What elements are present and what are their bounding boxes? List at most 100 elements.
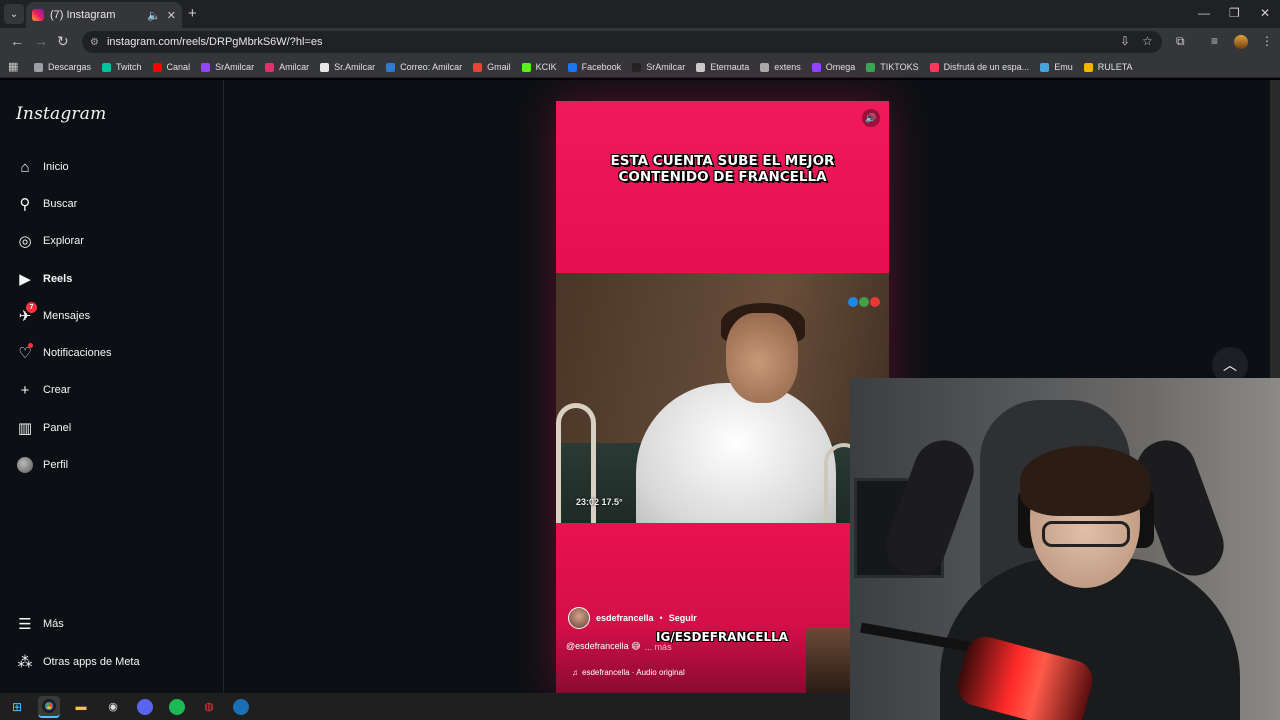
description-text: @esdefrancella 😅 [566,641,641,651]
profile-avatar-icon [16,456,34,474]
reel-audio[interactable]: ♫ esdefrancella · Audio original [572,668,685,677]
video-timestamp: 23:02 17.5° [576,497,623,507]
forward-icon[interactable]: → [34,33,48,49]
bookmark-item[interactable]: SrAmilcar [632,62,685,72]
bookmarks-bar: ▦ Descargas Twitch Canal SrAmilcar Amilcar Sr… [0,56,1280,78]
bookmark-item[interactable]: Canal [152,62,190,72]
bookmark-item[interactable]: RULETA [1083,62,1133,72]
nav-label: Inicio [43,161,69,173]
obs-icon[interactable]: ◉ [102,696,124,718]
nav-crear[interactable]: + Crear [16,379,71,401]
bookmark-item[interactable]: KCIK [521,62,557,72]
profile-avatar-icon[interactable] [1234,35,1248,52]
bookmark-item[interactable]: Eternauta [696,62,749,72]
steam-icon[interactable] [230,696,252,718]
nav-perfil[interactable]: Perfil [16,454,68,476]
logo-dot [870,297,880,307]
close-window-icon[interactable]: ✕ [1260,6,1270,20]
nav-label: Notificaciones [43,347,112,359]
bookmark-item[interactable]: Disfrutá de un espa... [929,62,1030,72]
thumbnail-image [806,627,852,693]
discord-icon[interactable] [134,696,156,718]
tab-close-icon[interactable]: ✕ [167,9,176,22]
reel-caption: ESTA CUENTA SUBE EL MEJOR CONTENIDO DE F… [566,153,879,185]
nav-label: Explorar [43,235,84,247]
more-link[interactable]: ... más [645,642,672,652]
media-control-icon[interactable]: ≡ [1211,34,1218,48]
tv-channel-logo [848,297,880,307]
bookmark-item[interactable]: Amilcar [265,62,309,72]
browser-tab[interactable]: (7) Instagram 🔈 ✕ [26,2,182,28]
minimize-icon[interactable]: — [1198,6,1210,20]
bookmark-item[interactable]: SrAmilcar [201,62,254,72]
youtube-icon [152,62,162,72]
follow-button[interactable]: Seguir [669,613,697,623]
nav-mas[interactable]: ☰ Más [16,613,64,635]
nav-buscar[interactable]: ⚲ Buscar [16,193,78,215]
site-info-icon[interactable]: ⚙ [90,37,99,48]
bookmark-label: KCIK [535,62,557,72]
reel-bottom-area: IG/ESDEFRANCELLA esdefrancella • Seguir … [556,523,889,693]
bookmark-label: extens [774,62,801,72]
logo-dot [848,297,858,307]
bookmark-label: TIKTOKS [880,62,919,72]
nav-label: Más [43,618,64,630]
owner-avatar[interactable] [568,607,590,629]
nav-label: Perfil [43,459,69,471]
extensions-icon[interactable]: ⧉ [1176,34,1185,49]
music-note-icon: ♫ [572,668,578,677]
instagram-logo[interactable]: Instagram [16,104,106,124]
bookmark-item[interactable]: Omega [811,62,856,72]
bookmark-item[interactable]: Facebook [567,62,621,72]
reel-watermark: IG/ESDEFRANCELLA [656,630,789,644]
recorder-icon[interactable]: ◍ [198,696,220,718]
bookmark-item[interactable]: TIKTOKS [866,62,919,72]
bookmark-item[interactable]: Sr.Amilcar [320,62,375,72]
nav-notificaciones[interactable]: ♡ Notificaciones [16,342,111,364]
bookmark-item[interactable]: Twitch [102,62,142,72]
nav-mensajes[interactable]: ✈ 7 Mensajes [16,302,90,327]
nav-panel[interactable]: ▥ Panel [16,417,71,439]
chevron-up-icon: ︿ [1223,357,1237,373]
download-icon [34,62,43,72]
bookmark-label: SrAmilcar [215,62,255,72]
nav-inicio[interactable]: ⌂ Inicio [16,156,69,178]
tab-search-button[interactable]: ⌄ [4,4,24,24]
install-app-icon[interactable]: ⇩ [1120,34,1130,48]
bookmark-label: Amilcar [279,62,310,72]
bookmark-item[interactable]: Gmail [473,62,511,72]
reel-owner-row: esdefrancella • Seguir [568,607,697,629]
reel-video-player[interactable]: ESTA CUENTA SUBE EL MEJOR CONTENIDO DE F… [556,101,889,693]
tab-audio-icon[interactable]: 🔈 [147,9,161,22]
bookmark-label: Disfrutá de un espa... [943,62,1030,72]
nav-explorar[interactable]: ◎ Explorar [16,230,84,252]
outlook-icon [386,62,396,72]
bookmark-item[interactable]: Descargas [34,62,91,72]
audio-label: esdefrancella · Audio original [582,668,685,677]
nav-reels[interactable]: ▶ Reels [16,268,72,290]
reload-icon[interactable]: ↻ [57,33,69,50]
bookmark-label: SrAmilcar [646,62,686,72]
nav-otras-apps[interactable]: ⁂ Otras apps de Meta [16,651,140,673]
file-explorer-icon[interactable]: ▬ [70,696,92,718]
person-body [636,383,836,523]
restore-icon[interactable]: ❐ [1229,6,1240,20]
bookmark-item[interactable]: Emu [1040,62,1073,72]
chrome-menu-icon[interactable]: ⋮ [1261,34,1273,48]
windows-icon[interactable]: ⊞ [6,696,28,718]
spotify-icon[interactable] [166,696,188,718]
volume-icon[interactable]: 🔊 [862,109,880,127]
apps-grid-icon[interactable]: ▦ [8,60,18,73]
owner-username[interactable]: esdefrancella [596,613,654,623]
bookmark-item[interactable]: Correo: Amilcar [386,62,462,72]
new-tab-button[interactable]: + [188,5,197,22]
airbnb-icon [929,62,939,72]
address-bar[interactable]: ⚙ instagram.com/reels/DRPgMbrkS6W/?hl=es [82,31,1162,53]
back-icon[interactable]: ← [10,33,24,49]
bookmark-star-icon[interactable]: ☆ [1142,34,1153,48]
caption-line: CONTENIDO DE FRANCELLA [618,169,827,185]
chrome-icon[interactable] [38,695,60,718]
bookmark-label: Omega [825,62,856,72]
bookmark-item[interactable]: extens [760,62,801,72]
compass-icon: ◎ [18,233,32,250]
